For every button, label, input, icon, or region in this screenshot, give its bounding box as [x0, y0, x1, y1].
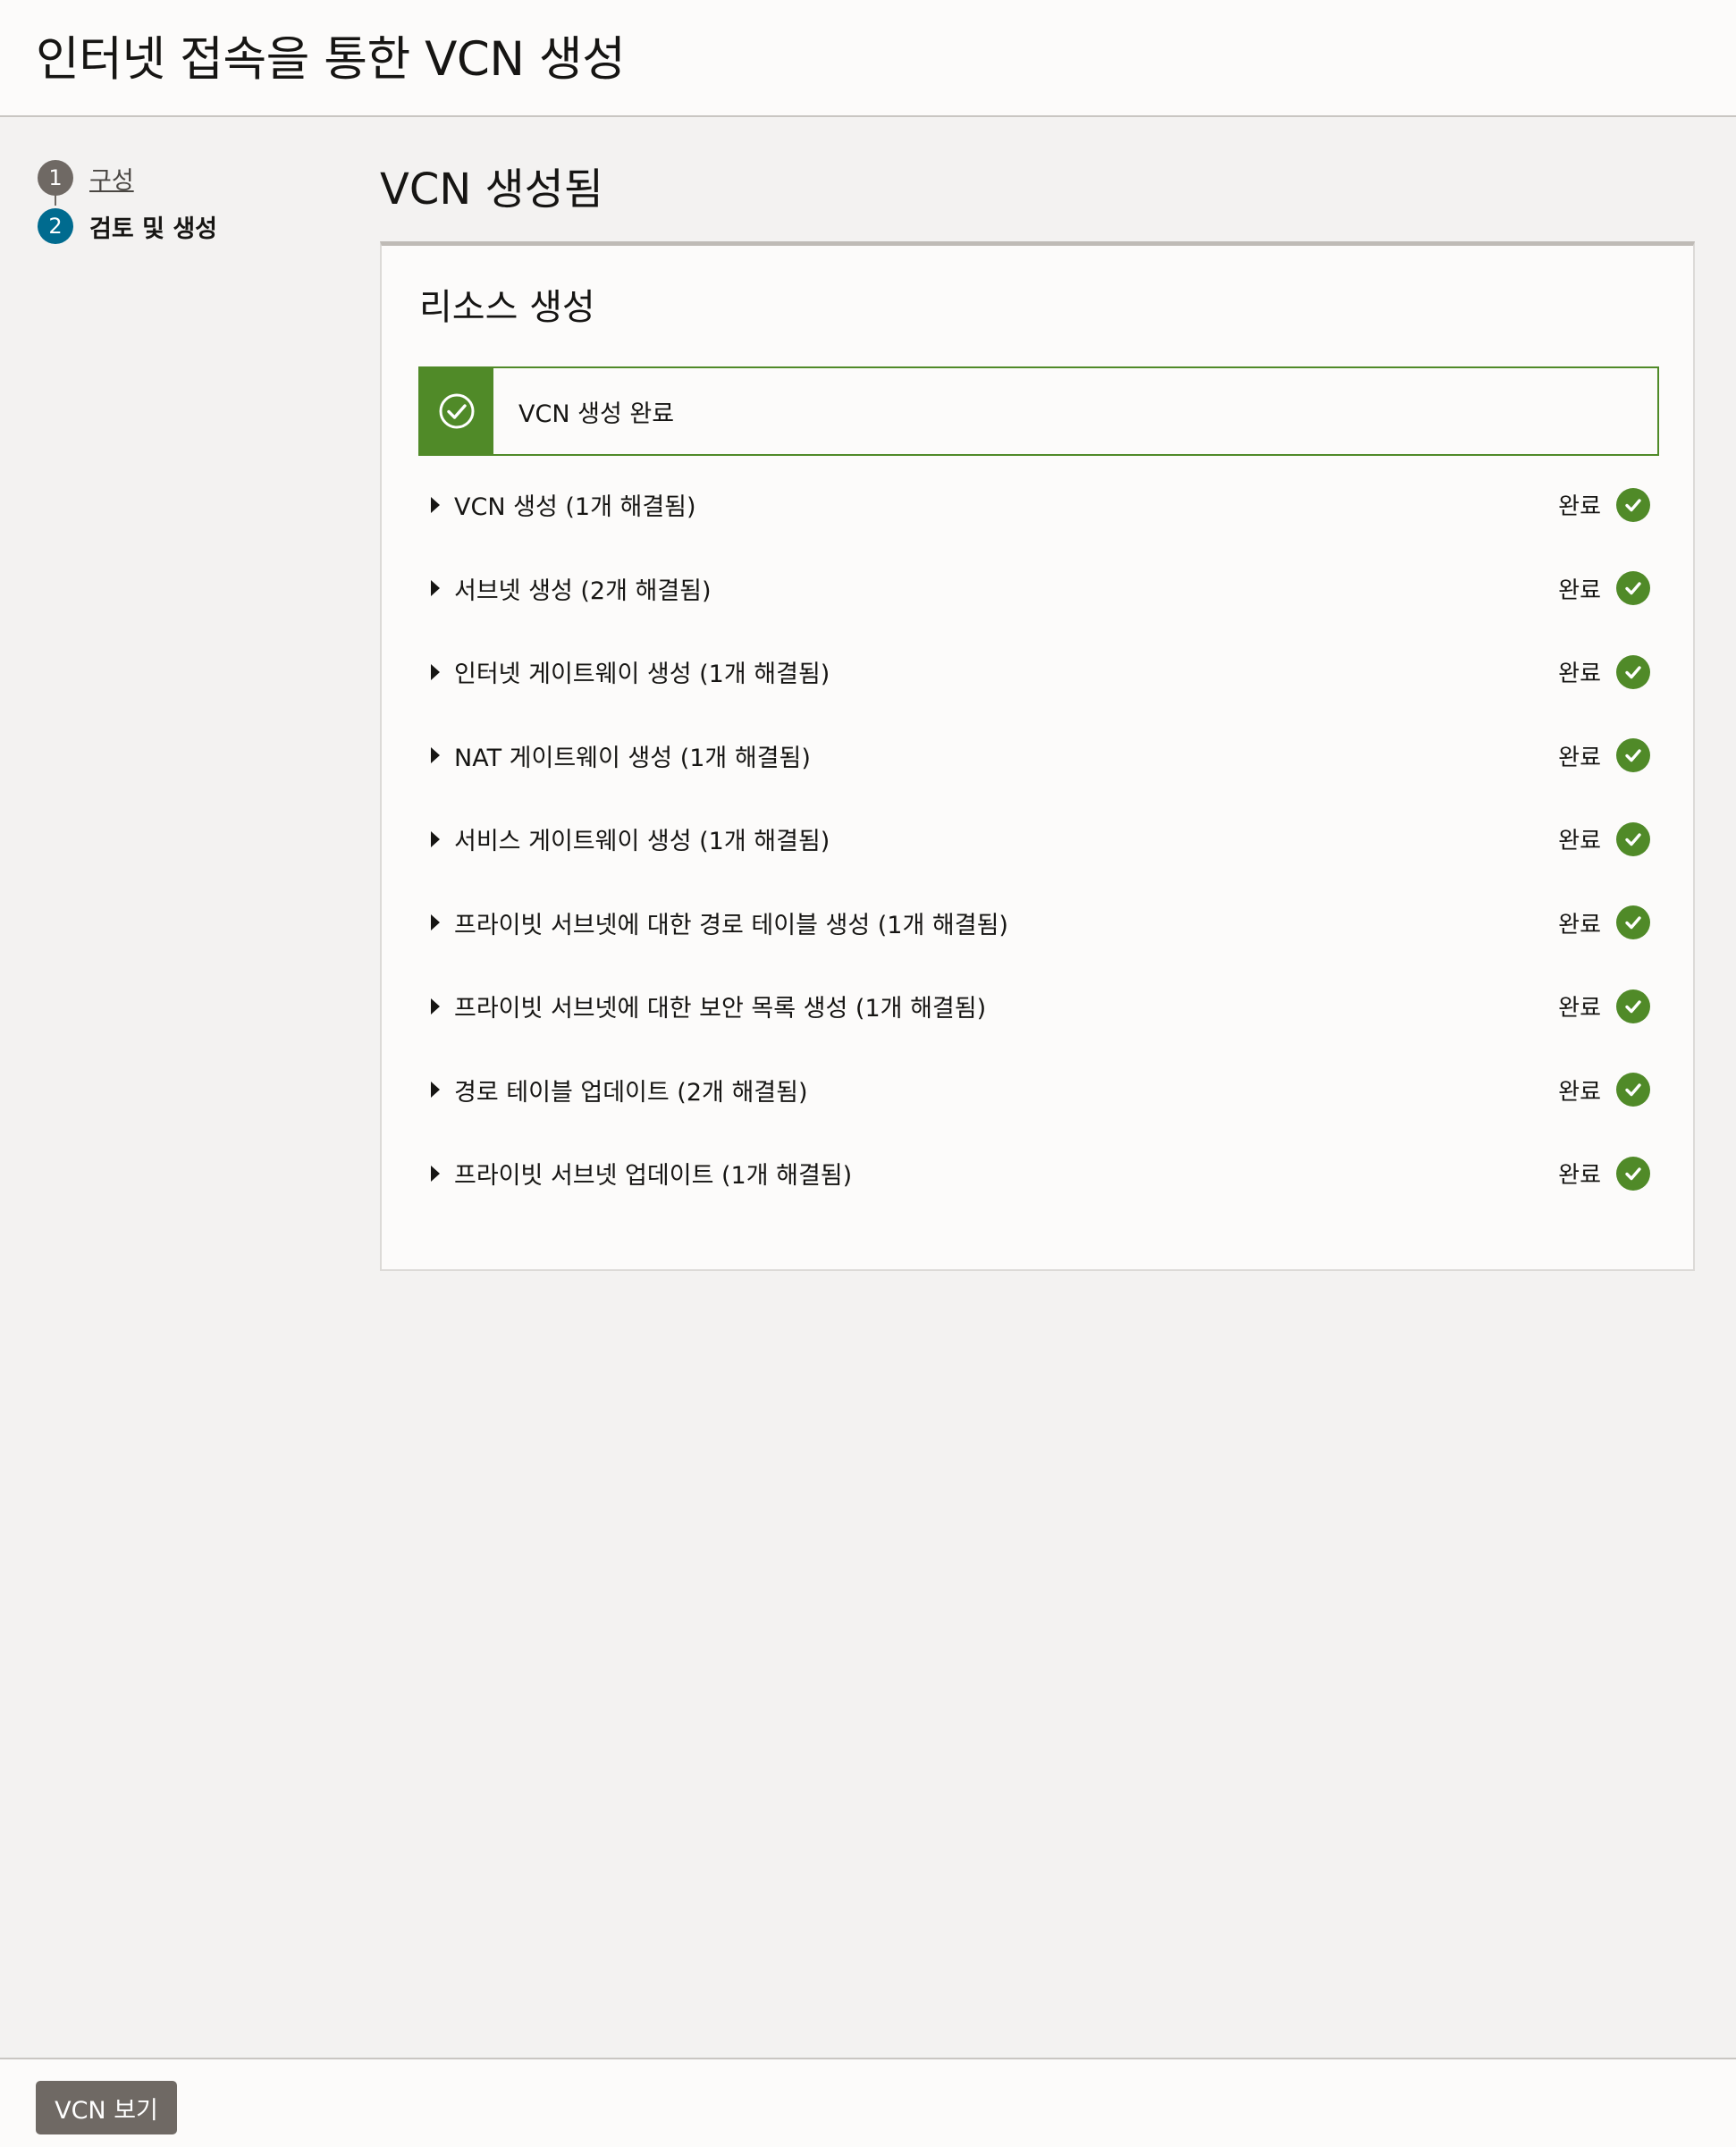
- list-item-label[interactable]: 프라이빗 서브넷에 대한 경로 테이블 생성 (1개 해결됨): [454, 905, 1008, 940]
- wizard-steps: 1 구성 2 검토 및 생성: [38, 154, 217, 250]
- list-item: 프라이빗 서브넷 업데이트 (1개 해결됨) 완료: [431, 1132, 1659, 1216]
- resource-creation-card: 리소스 생성 VCN 생성 완료 VCN 생성 (1개 해결됨) 완료 서브넷 …: [380, 241, 1695, 1271]
- status-text: 완료: [1558, 828, 1601, 855]
- list-item: 인터넷 게이트웨이 생성 (1개 해결됨) 완료: [431, 630, 1659, 714]
- list-item-label[interactable]: VCN 생성 (1개 해결됨): [454, 487, 696, 522]
- list-item-label[interactable]: NAT 게이트웨이 생성 (1개 해결됨): [454, 738, 811, 773]
- status-text: 완료: [1558, 911, 1601, 939]
- step-label-review: 검토 및 생성: [89, 215, 217, 243]
- step-configure[interactable]: 1 구성: [38, 154, 217, 206]
- expand-caret-icon[interactable]: [431, 830, 440, 847]
- check-icon: [1616, 738, 1650, 773]
- list-item-label[interactable]: 서브넷 생성 (2개 해결됨): [454, 571, 712, 606]
- list-item: 프라이빗 서브넷에 대한 보안 목록 생성 (1개 해결됨) 완료: [431, 964, 1659, 1048]
- list-item-label[interactable]: 경로 테이블 업데이트 (2개 해결됨): [454, 1073, 808, 1107]
- step-number: 1: [38, 160, 73, 196]
- expand-caret-icon[interactable]: [431, 998, 440, 1015]
- check-icon: [1616, 487, 1650, 522]
- status-text: 완료: [1558, 1078, 1601, 1106]
- check-icon: [1616, 1156, 1650, 1191]
- list-item-label[interactable]: 인터넷 게이트웨이 생성 (1개 해결됨): [454, 654, 830, 689]
- page-footer: VCN 보기: [0, 2058, 1736, 2147]
- view-vcn-button[interactable]: VCN 보기: [36, 2081, 177, 2134]
- expand-caret-icon[interactable]: [431, 496, 440, 513]
- list-item-label[interactable]: 프라이빗 서브넷에 대한 보안 목록 생성 (1개 해결됨): [454, 989, 986, 1023]
- section-title: VCN 생성됨: [380, 164, 603, 215]
- list-item-label[interactable]: 프라이빗 서브넷 업데이트 (1개 해결됨): [454, 1156, 852, 1191]
- step-review-create: 2 검토 및 생성: [38, 202, 217, 250]
- check-icon: [1616, 989, 1650, 1023]
- list-item: 서비스 게이트웨이 생성 (1개 해결됨) 완료: [431, 797, 1659, 881]
- status-text: 완료: [1558, 1162, 1601, 1190]
- status-text: 완료: [1558, 577, 1601, 604]
- page-header: 인터넷 접속을 통한 VCN 생성: [0, 0, 1736, 117]
- status-text: 완료: [1558, 493, 1601, 521]
- expand-caret-icon[interactable]: [431, 914, 440, 931]
- status-text: 완료: [1558, 744, 1601, 771]
- list-item: 서브넷 생성 (2개 해결됨) 완료: [431, 547, 1659, 631]
- check-icon: [1616, 821, 1650, 856]
- expand-caret-icon[interactable]: [431, 1165, 440, 1182]
- page-title: 인터넷 접속을 통한 VCN 생성: [36, 32, 626, 87]
- list-item: 프라이빗 서브넷에 대한 경로 테이블 생성 (1개 해결됨) 완료: [431, 881, 1659, 965]
- check-circle-icon: [439, 393, 475, 429]
- step-label-configure[interactable]: 구성: [89, 161, 134, 196]
- expand-caret-icon[interactable]: [431, 747, 440, 764]
- banner-text: VCN 생성 완료: [518, 400, 675, 428]
- check-icon: [1616, 1073, 1650, 1107]
- expand-caret-icon[interactable]: [431, 580, 440, 597]
- check-icon: [1616, 571, 1650, 606]
- list-item: NAT 게이트웨이 생성 (1개 해결됨) 완료: [431, 714, 1659, 798]
- status-text: 완료: [1558, 995, 1601, 1023]
- card-title: 리소스 생성: [419, 287, 595, 328]
- check-icon: [1616, 905, 1650, 940]
- banner-icon-box: [420, 368, 493, 454]
- list-item-label[interactable]: 서비스 게이트웨이 생성 (1개 해결됨): [454, 821, 830, 856]
- list-item: VCN 생성 (1개 해결됨) 완료: [431, 463, 1659, 547]
- expand-caret-icon[interactable]: [431, 1082, 440, 1099]
- success-banner: VCN 생성 완료: [418, 366, 1659, 456]
- step-number: 2: [38, 208, 73, 244]
- status-text: 완료: [1558, 661, 1601, 688]
- resource-list: VCN 생성 (1개 해결됨) 완료 서브넷 생성 (2개 해결됨) 완료 인터…: [431, 463, 1659, 1216]
- list-item: 경로 테이블 업데이트 (2개 해결됨) 완료: [431, 1048, 1659, 1132]
- check-icon: [1616, 654, 1650, 689]
- expand-caret-icon[interactable]: [431, 663, 440, 680]
